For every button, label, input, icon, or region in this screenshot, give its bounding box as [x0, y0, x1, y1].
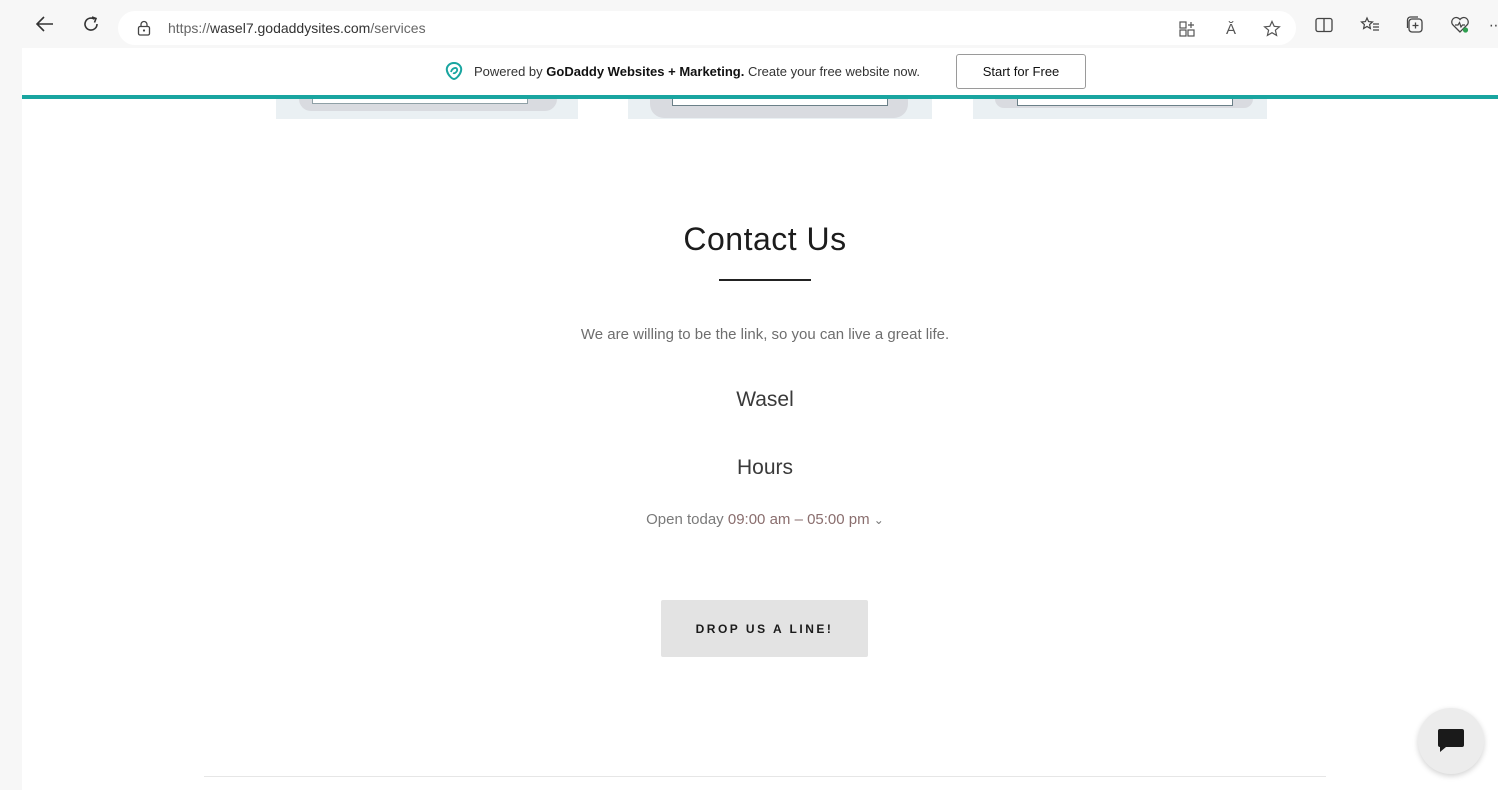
lock-icon[interactable] [137, 20, 151, 36]
hours-heading: Hours [736, 456, 794, 479]
banner-text: Powered by GoDaddy Websites + Marketing.… [474, 64, 920, 79]
read-aloud-glyph: Ă [1225, 20, 1236, 38]
contact-tagline: We are willing to be the link, so you ca… [580, 326, 950, 343]
godaddy-promo-banner: Powered by GoDaddy Websites + Marketing.… [22, 48, 1498, 99]
service-card-1-frame [312, 99, 528, 104]
chat-bubble-icon [1438, 729, 1464, 752]
url-path: /services [370, 20, 426, 36]
footer-divider [204, 776, 1326, 777]
more-options-icon[interactable]: ⋯ [1488, 14, 1498, 36]
address-url[interactable]: https://wasel7.godaddysites.com/services [168, 20, 426, 36]
banner-tail: Create your free website now. [747, 64, 920, 79]
godaddy-logo-icon [445, 61, 463, 81]
back-icon[interactable] [33, 12, 57, 36]
favorite-star-icon[interactable] [1261, 18, 1283, 40]
url-host: wasel7.godaddysites.com [210, 20, 371, 36]
service-card-3-frame [1017, 99, 1233, 106]
start-for-free-button[interactable]: Start for Free [956, 54, 1086, 89]
business-name: Wasel [736, 388, 794, 411]
section-title: Contact Us [683, 221, 847, 257]
title-divider [719, 279, 811, 281]
page-viewport: Powered by GoDaddy Websites + Marketing.… [22, 48, 1498, 790]
browser-essentials-icon[interactable] [1448, 14, 1472, 36]
collections-icon[interactable] [1403, 14, 1427, 36]
chat-button[interactable] [1418, 708, 1484, 774]
hours-range: 09:00 am – 05:00 pm [727, 511, 870, 528]
drop-us-a-line-button[interactable]: DROP US A LINE! [661, 600, 868, 657]
browser-toolbar: https://wasel7.godaddysites.com/services… [0, 0, 1498, 48]
address-bar[interactable]: https://wasel7.godaddysites.com/services… [118, 11, 1296, 45]
hours-dropdown[interactable]: Open today 09:00 am – 05:00 pm ⌄ [22, 511, 1498, 528]
banner-brand[interactable]: GoDaddy Websites + Marketing. [546, 64, 744, 79]
read-aloud-icon[interactable]: Ă [1220, 18, 1242, 40]
favorites-icon[interactable] [1358, 14, 1382, 36]
banner-powered-by: Powered by [474, 64, 543, 79]
hours-prefix: Open today [646, 511, 724, 528]
refresh-icon[interactable] [79, 12, 103, 36]
url-scheme: https:// [168, 20, 211, 36]
chevron-down-icon[interactable]: ⌄ [874, 513, 884, 527]
app-available-icon[interactable] [1176, 18, 1198, 40]
service-card-2-frame [672, 99, 888, 106]
split-screen-icon[interactable] [1312, 14, 1336, 36]
